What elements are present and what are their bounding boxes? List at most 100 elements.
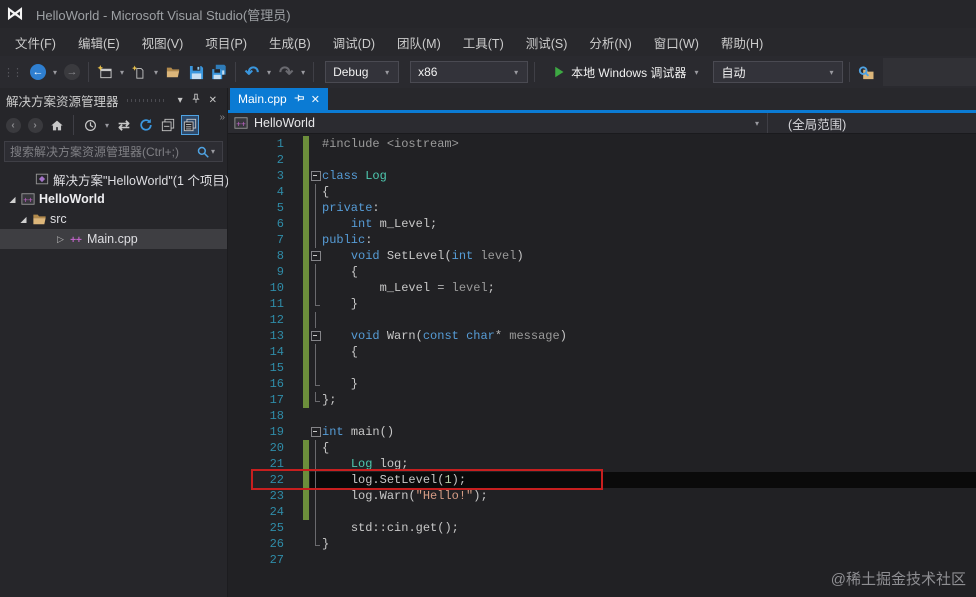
change-bar <box>303 504 309 520</box>
refresh-button[interactable] <box>137 115 155 135</box>
toolbar-separator <box>849 62 851 82</box>
menu-item[interactable]: 团队(M) <box>386 28 452 57</box>
home-icon <box>51 120 63 130</box>
menu-item[interactable]: 项目(P) <box>194 28 258 57</box>
fold-collapse-icon[interactable] <box>310 328 322 344</box>
home-button[interactable] <box>48 115 66 135</box>
menu-item[interactable]: 文件(F) <box>4 28 67 57</box>
solution-explorer-header: 解决方案资源管理器 ▾ ✕ <box>0 88 227 112</box>
change-bar <box>303 312 309 328</box>
code-line-1: 1 #include <iostream> <box>228 136 976 152</box>
filter-dropdown-arrow[interactable]: ▾ <box>103 121 111 130</box>
add-item-dropdown-arrow[interactable]: ▾ <box>152 68 160 77</box>
save-all-button[interactable] <box>209 60 229 84</box>
code-text: { <box>322 345 359 359</box>
add-item-button[interactable] <box>129 60 149 84</box>
start-debugging-button[interactable]: 本地 Windows 调试器 ▾ <box>547 60 706 84</box>
menu-item[interactable]: 分析(N) <box>578 28 642 57</box>
close-icon[interactable]: ✕ <box>205 95 221 106</box>
toolbar-grip[interactable]: ⋮⋮ <box>3 66 23 79</box>
navigate-forward-button[interactable]: → <box>62 60 82 84</box>
tree-item-main-cpp[interactable]: ▷ ++ Main.cpp <box>0 229 227 249</box>
menu-item[interactable]: 调试(D) <box>322 28 386 57</box>
tree-item--helloworld-1-[interactable]: 解决方案"HelloWorld"(1 个项目) <box>0 169 229 189</box>
fold-collapse-icon[interactable] <box>310 424 322 440</box>
line-number: 22 <box>269 473 284 487</box>
panel-drag-grip[interactable] <box>126 98 166 102</box>
fold-margin <box>310 360 322 376</box>
sync-with-active-document-button[interactable]: ⇄ <box>115 115 133 135</box>
search-input[interactable] <box>10 144 197 159</box>
menu-item[interactable]: 生成(B) <box>258 28 322 57</box>
navigate-back-button[interactable]: ← <box>28 60 48 84</box>
fold-collapse-icon[interactable] <box>310 248 322 264</box>
change-bar <box>303 360 309 376</box>
explorer-forward-button[interactable]: › <box>26 115 44 135</box>
code-editor[interactable]: 1 #include <iostream> 2 3 class Log 4{5 privat… <box>228 134 976 597</box>
tab-main-cpp[interactable]: Main.cpp ✕ <box>230 88 328 110</box>
pending-changes-filter-button[interactable] <box>81 115 99 135</box>
toolbar-overflow-button[interactable]: » <box>219 112 225 123</box>
tree-expander-icon[interactable]: ◢ <box>6 195 19 204</box>
explorer-back-button[interactable]: ‹ <box>4 115 22 135</box>
menu-item[interactable]: 帮助(H) <box>710 28 774 57</box>
line-number: 27 <box>269 553 284 567</box>
code-rows: 1 #include <iostream> 2 3 class Log 4{5 privat… <box>228 134 976 568</box>
change-tracking-margin <box>284 280 310 296</box>
fold-margin <box>310 520 322 536</box>
undo-dropdown-arrow[interactable]: ▾ <box>265 68 273 77</box>
new-project-dropdown-arrow[interactable]: ▾ <box>118 68 126 77</box>
menu-item[interactable]: 视图(V) <box>131 28 195 57</box>
change-bar <box>303 136 309 152</box>
new-project-button[interactable] <box>95 60 115 84</box>
fold-margin <box>310 488 322 504</box>
fold-margin <box>310 152 322 168</box>
svg-text:++: ++ <box>23 196 33 205</box>
change-bar <box>303 472 309 488</box>
code-line-10: 10 m_Level = level; <box>228 280 976 296</box>
back-dropdown-arrow[interactable]: ▾ <box>51 68 59 77</box>
redo-button[interactable]: ↷ <box>276 60 296 84</box>
pin-icon[interactable] <box>187 93 205 107</box>
change-tracking-margin <box>284 328 310 344</box>
tree-expander-icon[interactable]: ◢ <box>17 215 30 224</box>
close-icon[interactable]: ✕ <box>311 93 320 106</box>
editor-navigation-bar: ++ HelloWorld ▾ (全局范围) <box>228 113 976 134</box>
tree-item-src[interactable]: ◢ src <box>0 209 227 229</box>
solution-platform-combo[interactable]: x86 ▾ <box>410 61 529 83</box>
pin-icon[interactable] <box>294 92 304 106</box>
fold-margin <box>310 552 322 568</box>
menu-item[interactable]: 窗口(W) <box>643 28 710 57</box>
find-in-files-button[interactable] <box>856 60 876 84</box>
line-number: 26 <box>269 537 284 551</box>
collapse-all-button[interactable] <box>159 115 177 135</box>
show-all-files-button[interactable] <box>181 115 200 135</box>
menu-item[interactable]: 测试(S) <box>515 28 579 57</box>
scope-dropdown[interactable]: (全局范围) <box>768 113 976 133</box>
tree-item-helloworld[interactable]: ◢ ++ HelloWorld <box>0 189 227 209</box>
line-number: 25 <box>269 521 284 535</box>
code-text: class Log <box>322 169 387 183</box>
debug-type-combo[interactable]: 自动 ▾ <box>713 61 844 83</box>
fold-margin <box>310 440 322 456</box>
menu-item[interactable]: 工具(T) <box>452 28 515 57</box>
solution-configuration-combo[interactable]: Debug ▾ <box>325 61 400 83</box>
menu-item[interactable]: 编辑(E) <box>67 28 131 57</box>
tree-expander-icon[interactable]: ▷ <box>54 234 67 245</box>
panel-menu-arrow-icon[interactable]: ▾ <box>174 95 187 106</box>
solution-search-box[interactable]: ▾ <box>4 141 223 162</box>
search-dropdown-arrow[interactable]: ▾ <box>209 147 217 156</box>
refresh-icon <box>140 118 152 131</box>
platform-value: x86 <box>418 65 438 79</box>
tree-item-label: src <box>50 212 67 226</box>
redo-dropdown-arrow[interactable]: ▾ <box>299 68 307 77</box>
chevron-down-icon: ▾ <box>694 67 699 77</box>
project-scope-dropdown[interactable]: ++ HelloWorld ▾ <box>228 113 768 133</box>
undo-button[interactable]: ↶ <box>242 60 262 84</box>
visual-studio-logo-icon: ⋈ <box>6 4 24 23</box>
change-tracking-margin <box>284 552 310 568</box>
fold-collapse-icon[interactable] <box>310 168 322 184</box>
toolbar-separator <box>534 62 536 82</box>
save-button[interactable] <box>186 60 206 84</box>
open-file-button[interactable] <box>163 60 183 84</box>
